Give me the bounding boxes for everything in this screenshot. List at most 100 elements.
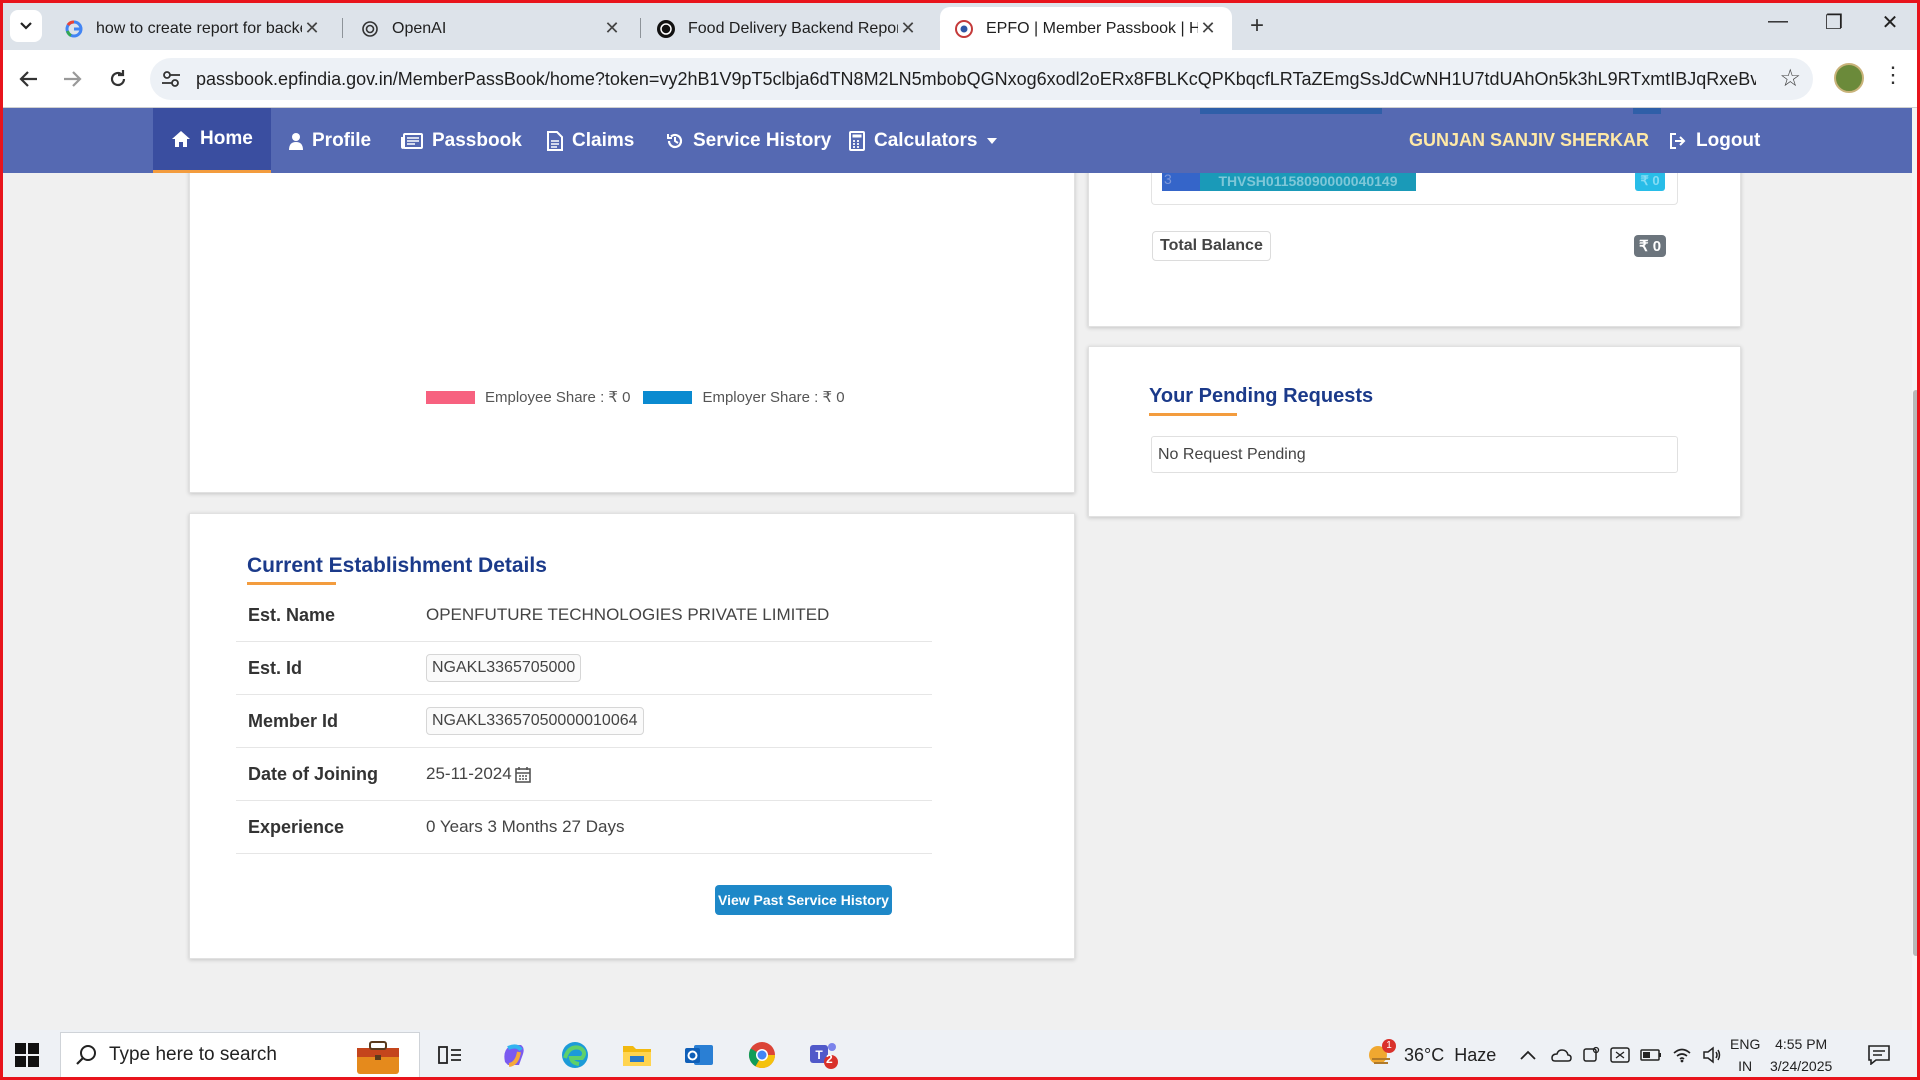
detail-value: OPENFUTURE TECHNOLOGIES PRIVATE LIMITED (426, 605, 830, 624)
nav-label: Home (200, 128, 253, 149)
establishment-heading: Current Establishment Details (247, 554, 547, 577)
tab-title: EPFO | Member Passbook | Home (986, 19, 1198, 37)
region-code: IN (1738, 1058, 1753, 1074)
meet-icon[interactable] (1610, 1046, 1630, 1064)
tab-title: OpenAI (392, 19, 447, 37)
detail-label: Experience (248, 816, 345, 837)
windows-taskbar: Type here to search T 2 1 36°C Haze ENG … (0, 1030, 1920, 1080)
battery-icon[interactable] (1640, 1049, 1662, 1061)
search-placeholder: Type here to search (109, 1044, 277, 1065)
clock-date: 3/24/2025 (1770, 1058, 1833, 1074)
total-balance-label: Total Balance (1152, 231, 1271, 261)
profile-avatar[interactable] (1834, 63, 1864, 93)
search-icon (76, 1045, 96, 1065)
bookmark-star-icon[interactable]: ☆ (1779, 64, 1801, 93)
chevron-down-icon (987, 137, 998, 144)
scrollbar-thumb[interactable] (1913, 390, 1919, 956)
file-explorer-icon[interactable] (620, 1038, 654, 1072)
browser-tab-openai[interactable]: OpenAI ✕ (346, 7, 636, 50)
weather-badge: 1 (1382, 1039, 1396, 1053)
reload-icon (110, 70, 126, 87)
tab-title: Food Delivery Backend Report (688, 19, 898, 37)
contribution-chart-card: Employee Share : ₹ 0 Employer Share : ₹ … (189, 173, 1075, 493)
detail-label: Member Id (248, 710, 339, 731)
date-of-joining-value: 25-11-2024 (426, 764, 512, 783)
forward-button[interactable] (57, 64, 87, 94)
close-window-button[interactable]: ✕ (1862, 10, 1918, 35)
newspaper-icon (401, 132, 423, 150)
detail-row-est-id: Est. Id NGAKL3365705000 (236, 642, 932, 695)
arrow-left-icon (19, 71, 37, 87)
volume-icon[interactable] (1702, 1046, 1722, 1064)
account-row-number: 3 (1162, 173, 1200, 191)
browser-tab-food-delivery[interactable]: Food Delivery Backend Report ✕ (642, 7, 932, 50)
browser-tab-epfo[interactable]: EPFO | Member Passbook | Home ✕ (940, 7, 1232, 50)
close-tab-icon[interactable]: ✕ (1198, 18, 1218, 39)
epfo-icon (954, 19, 974, 39)
language-indicator[interactable]: ENG IN (1730, 1033, 1760, 1077)
logout-label: Logout (1696, 129, 1761, 151)
nav-label: Profile (312, 129, 372, 151)
nav-calculators[interactable]: Calculators (849, 108, 998, 173)
onedrive-icon[interactable] (1550, 1047, 1572, 1063)
edge-icon[interactable] (558, 1038, 592, 1072)
minimize-button[interactable]: — (1750, 10, 1806, 33)
outlook-icon[interactable] (682, 1038, 716, 1072)
account-balance-badge: ₹ 0 (1635, 173, 1665, 191)
browser-tab-google[interactable]: how to create report for backend ✕ (50, 7, 336, 50)
detail-row-member-id: Member Id NGAKL33657050000010064 (236, 695, 932, 748)
close-tab-icon[interactable]: ✕ (302, 18, 322, 39)
restore-button[interactable]: ❐ (1806, 10, 1862, 35)
detail-label: Date of Joining (248, 763, 378, 784)
taskbar-clock[interactable]: 4:55 PM 3/24/2025 (1770, 1033, 1832, 1077)
task-view-icon[interactable] (433, 1038, 467, 1072)
back-button[interactable] (14, 64, 44, 94)
chevron-up-icon[interactable] (1520, 1050, 1536, 1060)
wifi-icon[interactable] (1672, 1047, 1692, 1063)
new-tab-button[interactable]: + (1244, 12, 1270, 40)
tab-search-button[interactable] (10, 10, 42, 42)
address-bar[interactable]: passbook.epfindia.gov.in/MemberPassBook/… (150, 58, 1813, 100)
total-balance-value: ₹ 0 (1634, 235, 1667, 257)
briefcase-icon (357, 1041, 399, 1074)
nav-service-history[interactable]: Service History (666, 108, 831, 173)
url-text[interactable]: passbook.epfindia.gov.in/MemberPassBook/… (196, 69, 1756, 90)
est-id-value: NGAKL3365705000 (426, 654, 582, 682)
close-tab-icon[interactable]: ✕ (602, 18, 622, 39)
tab-separator (640, 18, 641, 38)
site-info-icon[interactable] (160, 69, 182, 89)
reload-button[interactable] (103, 64, 133, 94)
account-member-id: THVSH01158090000040149 (1200, 173, 1416, 191)
nav-profile[interactable]: Profile (289, 108, 371, 173)
clock-time: 4:55 PM (1775, 1036, 1828, 1052)
site-navbar: Home Profile Passbook Claims Service His… (3, 108, 1917, 173)
close-tab-icon[interactable]: ✕ (898, 18, 918, 39)
home-icon (171, 130, 191, 148)
detail-label: Est. Id (248, 657, 303, 678)
nav-label: Passbook (432, 129, 522, 151)
windows-start-icon[interactable] (14, 1042, 40, 1068)
teams-tray-icon[interactable] (1582, 1046, 1600, 1064)
copilot-icon[interactable] (497, 1038, 531, 1072)
legend-employer-share: Employer Share : ₹ 0 (702, 389, 845, 406)
detail-row-est-name: Est. Name OPENFUTURE TECHNOLOGIES PRIVAT… (236, 589, 932, 642)
teams-icon[interactable]: T 2 (807, 1038, 841, 1072)
taskbar-search-box[interactable]: Type here to search (60, 1032, 420, 1078)
chrome-icon[interactable] (745, 1038, 779, 1072)
weather-widget[interactable]: 1 36°C Haze (1366, 1030, 1496, 1080)
heading-underline (247, 582, 336, 585)
nav-label: Claims (572, 129, 635, 151)
nav-claims[interactable]: Claims (547, 108, 634, 173)
tab-separator (342, 18, 343, 38)
account-balance-card: 3 THVSH01158090000040149 ₹ 0 Total Balan… (1088, 173, 1741, 327)
establishment-details-card: Current Establishment Details Est. Name … (189, 513, 1075, 959)
logout-link[interactable]: Logout (1669, 108, 1760, 173)
browser-menu-icon[interactable]: ⋮ (1882, 62, 1904, 88)
openai-icon (656, 19, 676, 39)
view-past-service-history-button[interactable]: View Past Service History (715, 885, 892, 915)
nav-home[interactable]: Home (153, 108, 271, 173)
nav-passbook[interactable]: Passbook (401, 108, 522, 173)
account-row-selected[interactable]: 3 THVSH01158090000040149 ₹ 0 (1151, 173, 1678, 205)
notifications-icon[interactable] (1862, 1038, 1896, 1072)
weather-condition: Haze (1454, 1044, 1497, 1065)
